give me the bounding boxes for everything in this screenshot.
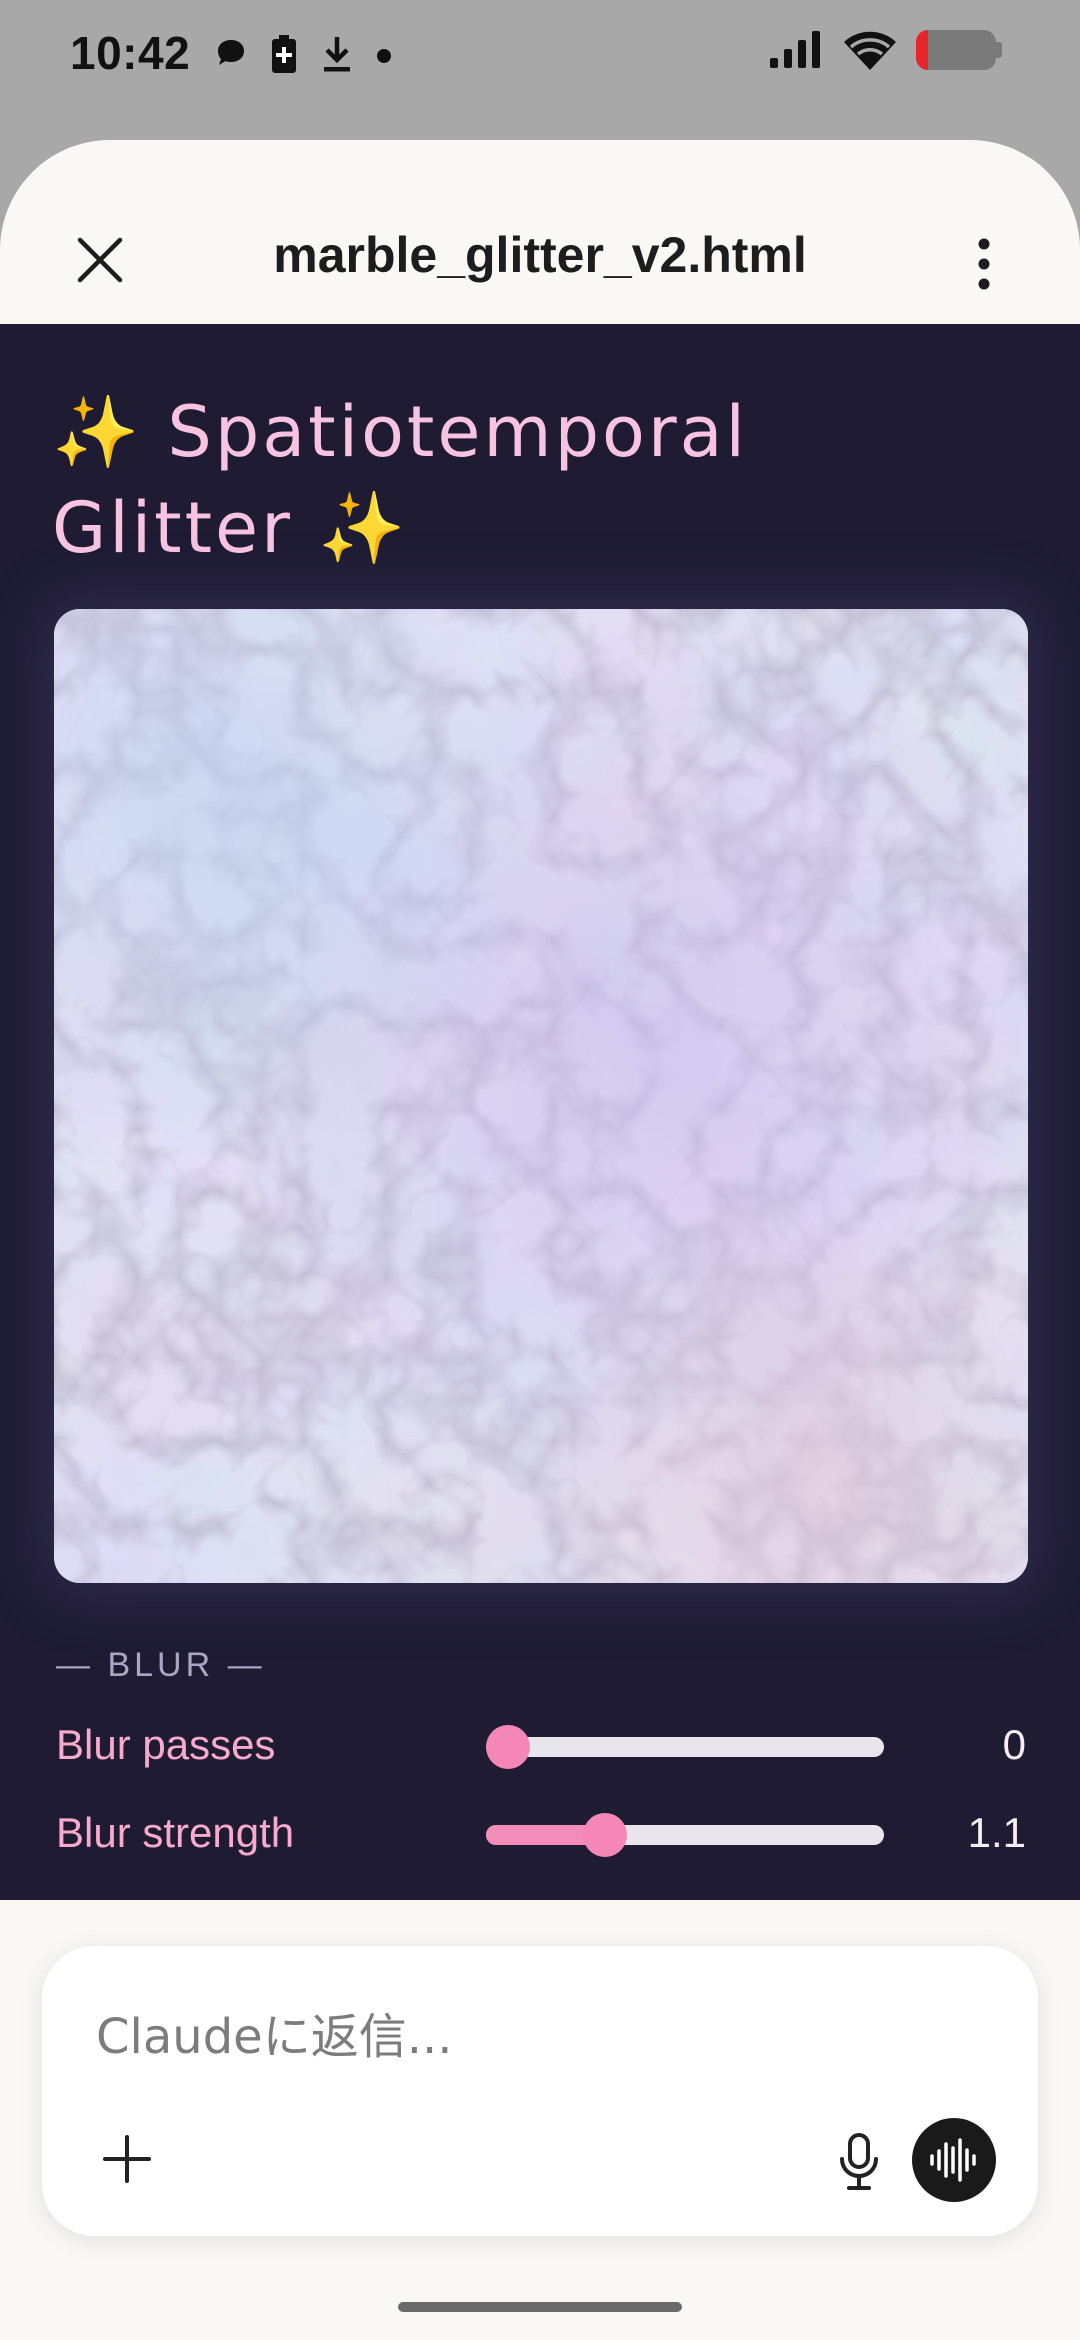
blur-strength-slider[interactable] [486, 1813, 884, 1857]
artifact-sheet: marble_glitter_v2.html ✨ Spatiotemporal … [0, 140, 1080, 2340]
home-indicator [398, 2302, 682, 2312]
plus-icon [103, 2135, 151, 2183]
sheet-title: marble_glitter_v2.html [273, 227, 807, 283]
mic-icon [840, 2133, 878, 2190]
sheet-header: marble_glitter_v2.html [0, 140, 1080, 324]
more-options-button[interactable] [954, 224, 1014, 304]
slider-value: 1.1 [967, 1809, 1026, 1856]
battery-saver-icon [272, 35, 296, 73]
voice-waveform-icon [930, 2138, 976, 2182]
close-button[interactable] [60, 220, 140, 300]
download-icon [324, 37, 350, 72]
chat-bubble-icon [218, 40, 244, 65]
reply-input[interactable] [96, 2002, 796, 2072]
voice-mode-button[interactable] [912, 2118, 996, 2202]
slider-row-blur-strength: Blur strength 1.1 [56, 1803, 1026, 1863]
marble-texture [54, 609, 1028, 1583]
glitter-canvas[interactable] [54, 609, 1028, 1583]
status-icons-right [768, 30, 1002, 70]
slider-value: 0 [1002, 1721, 1026, 1768]
add-attachment-button[interactable] [92, 2124, 162, 2194]
status-bar: 10:42 [0, 0, 1080, 110]
section-label-blur: — BLUR — [56, 1646, 266, 1684]
slider-label: Blur strength [56, 1809, 295, 1856]
artifact-preview: ✨ Spatiotemporal Glitter ✨ — BLUR — Blur… [0, 324, 1080, 1900]
slider-thumb[interactable] [486, 1725, 530, 1769]
signal-icon [770, 31, 820, 68]
battery-icon [916, 30, 1002, 70]
reply-composer [42, 1946, 1038, 2236]
slider-label: Blur passes [56, 1721, 276, 1768]
status-time: 10:42 [70, 27, 191, 79]
status-icons-left [214, 34, 392, 74]
close-icon [77, 237, 123, 283]
slider-row-blur-passes: Blur passes 0 [56, 1715, 1026, 1775]
wifi-icon [844, 31, 896, 70]
app-title: ✨ Spatiotemporal Glitter ✨ [52, 391, 748, 569]
more-vert-icon [978, 238, 990, 290]
dot-icon [377, 49, 391, 63]
microphone-button[interactable] [824, 2124, 894, 2200]
blur-passes-slider[interactable] [486, 1725, 884, 1769]
slider-thumb[interactable] [583, 1813, 628, 1857]
